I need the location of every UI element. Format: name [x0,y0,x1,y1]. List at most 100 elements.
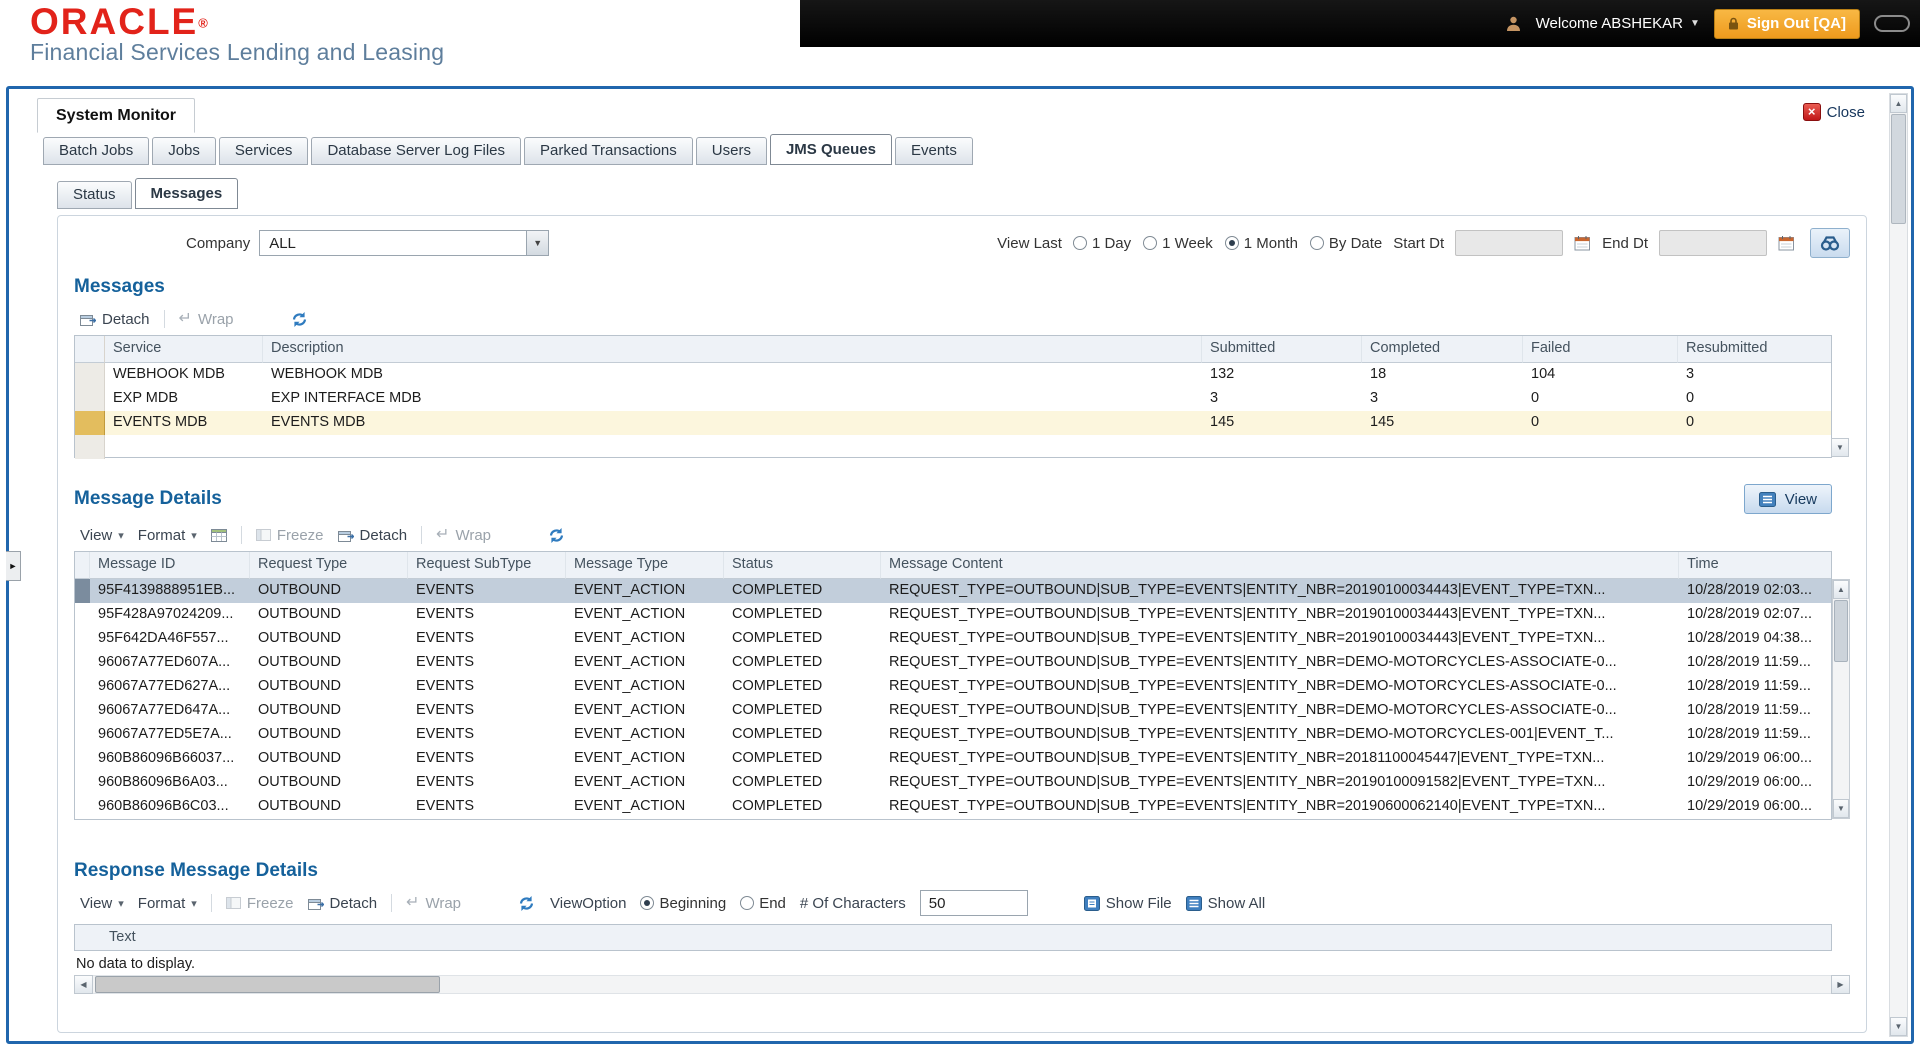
column-header[interactable]: Description [263,336,1202,363]
column-header[interactable]: Failed [1523,336,1678,363]
view-last-option[interactable]: 1 Day [1072,235,1131,252]
refresh-button[interactable] [290,311,309,328]
refresh-button[interactable] [547,527,566,544]
scrollbar-thumb[interactable] [95,976,440,993]
show-file-button[interactable]: Show File [1083,895,1172,912]
pane-expander-button[interactable]: ► [6,551,21,581]
scroll-up-icon[interactable]: ▲ [1890,94,1907,113]
table-row[interactable]: 95F428A97024209... OUTBOUND EVENTS EVENT… [75,603,1831,627]
scrollbar-thumb[interactable] [1891,114,1906,224]
column-header[interactable]: Request Type [250,552,408,579]
format-menu[interactable]: Format ▾ [138,527,197,544]
cell-request-subtype: EVENTS [416,678,475,694]
show-all-button[interactable]: Show All [1185,895,1265,912]
cell-message-type: EVENT_ACTION [574,726,686,742]
num-characters-input[interactable] [919,890,1028,916]
cell-message-content: REQUEST_TYPE=OUTBOUND|SUB_TYPE=EVENTS|EN… [889,774,1606,790]
end-dt-input[interactable] [1659,230,1767,256]
cell-time: 10/28/2019 04:38... [1687,630,1812,646]
view-menu[interactable]: View ▾ [80,895,124,912]
column-header[interactable]: Message Content [881,552,1679,579]
sign-out-button[interactable]: Sign Out [QA] [1713,8,1860,39]
table-row[interactable]: 960B86096B6A03... OUTBOUND EVENTS EVENT_… [75,771,1831,795]
dropdown-arrow-icon[interactable]: ▼ [526,231,549,255]
format-menu[interactable]: Format ▾ [138,895,197,912]
table-row[interactable]: 960B86096B6C03... OUTBOUND EVENTS EVENT_… [75,795,1831,819]
table-row[interactable]: 96067A77ED647A... OUTBOUND EVENTS EVENT_… [75,699,1831,723]
refresh-button[interactable] [517,895,536,912]
content-panel: Company ALL ▼ View Last 1 Day 1 Week 1 M… [57,215,1867,1033]
start-dt-calendar-icon[interactable] [1574,235,1591,251]
scroll-up-icon[interactable]: ▲ [1833,580,1849,599]
view-last-option[interactable]: By Date [1309,235,1382,252]
scroll-right-icon[interactable]: ▶ [1831,975,1850,994]
detach-button[interactable]: Detach [307,895,377,912]
scrollbar-thumb[interactable] [1834,600,1848,662]
table-row[interactable]: 95F642DA46F557... OUTBOUND EVENTS EVENT_… [75,627,1831,651]
message-details-scrollbar[interactable]: ▲ ▼ [1832,579,1850,819]
table-row[interactable]: 96067A77ED627A... OUTBOUND EVENTS EVENT_… [75,675,1831,699]
window-vertical-scrollbar[interactable]: ▲ ▼ [1889,93,1908,1037]
scrollbar-track[interactable] [93,975,1831,994]
wrap-button[interactable]: ↵ Wrap [179,311,234,328]
cell-request-type: OUTBOUND [250,579,408,603]
detach-button[interactable]: Detach [337,527,407,544]
table-row[interactable]: WEBHOOK MDB WEBHOOK MDB 132 18 104 3 [75,363,1831,387]
scroll-down-icon[interactable]: ▼ [1890,1017,1907,1036]
main-tab[interactable]: Database Server Log Files [311,137,522,165]
column-header[interactable]: Message Type [566,552,724,579]
freeze-button[interactable]: Freeze [255,527,324,544]
main-tab[interactable]: JMS Queues [769,134,892,165]
column-header[interactable]: Submitted [1202,336,1362,363]
view-button[interactable]: View [1743,484,1832,514]
view-menu[interactable]: View ▾ [80,527,124,544]
scroll-down-icon[interactable]: ▼ [1831,438,1849,457]
cell-description: EVENTS MDB [263,411,1202,435]
view-last-option[interactable]: 1 Week [1143,235,1213,252]
column-header[interactable]: Message ID [90,552,250,579]
end-dt-calendar-icon[interactable] [1778,235,1795,251]
table-row[interactable]: 960B86096B66037... OUTBOUND EVENTS EVENT… [75,747,1831,771]
start-dt-input[interactable] [1455,230,1564,256]
close-button[interactable]: × Close [1802,103,1865,121]
messages-table-scrollbar[interactable]: ▼ [1831,438,1849,457]
column-header[interactable]: Service [105,336,263,363]
column-header[interactable]: Status [724,552,881,579]
column-header[interactable]: Text [74,924,1832,951]
freeze-button[interactable]: Freeze [225,895,294,912]
view-last-option[interactable]: 1 Month [1224,235,1298,252]
column-header[interactable]: Request SubType [408,552,566,579]
detach-button[interactable]: Detach [80,311,150,328]
column-header[interactable]: Completed [1362,336,1523,363]
table-row[interactable]: EXP MDB EXP INTERFACE MDB 3 3 0 0 [75,387,1831,411]
scroll-left-icon[interactable]: ◀ [74,975,93,994]
welcome-menu[interactable]: Welcome ABSHEKAR ▼ [1536,15,1700,32]
view-option[interactable]: Beginning [640,895,726,912]
wrap-button[interactable]: ↵ Wrap [436,527,491,544]
horizontal-scrollbar[interactable]: ◀ ▶ [74,975,1850,994]
cell-message-id: 96067A77ED607A... [98,654,231,670]
main-tab[interactable]: Services [218,137,309,165]
company-select[interactable]: ALL ▼ [259,230,550,256]
scroll-down-icon[interactable]: ▼ [1833,799,1849,818]
main-tab[interactable]: Users [695,137,767,165]
filter-bar: Company ALL ▼ View Last 1 Day 1 Week 1 M… [74,228,1850,258]
main-tab[interactable]: Events [894,137,973,165]
table-row[interactable]: 96067A77ED5E7A... OUTBOUND EVENTS EVENT_… [75,723,1831,747]
main-tab[interactable]: Batch Jobs [43,137,150,165]
table-row[interactable]: EVENTS MDB EVENTS MDB 145 145 0 0 [75,411,1831,435]
main-tab[interactable]: Parked Transactions [524,137,693,165]
wrap-button[interactable]: ↵ Wrap [406,895,461,912]
table-row[interactable]: 96067A77ED607A... OUTBOUND EVENTS EVENT_… [75,651,1831,675]
main-tab[interactable]: Jobs [152,137,216,165]
detach-icon [307,897,324,910]
sub-tab[interactable]: Status [57,181,132,209]
export-button[interactable] [210,528,227,542]
search-button[interactable] [1810,228,1850,258]
view-option[interactable]: End [740,895,786,912]
column-header[interactable]: Time [1679,552,1831,579]
table-row[interactable]: 95F4139888951EB... OUTBOUND EVENTS EVENT… [75,579,1831,603]
sub-tab[interactable]: Messages [134,178,239,209]
column-header[interactable]: Resubmitted [1678,336,1831,363]
cell-submitted: 145 [1202,411,1362,435]
